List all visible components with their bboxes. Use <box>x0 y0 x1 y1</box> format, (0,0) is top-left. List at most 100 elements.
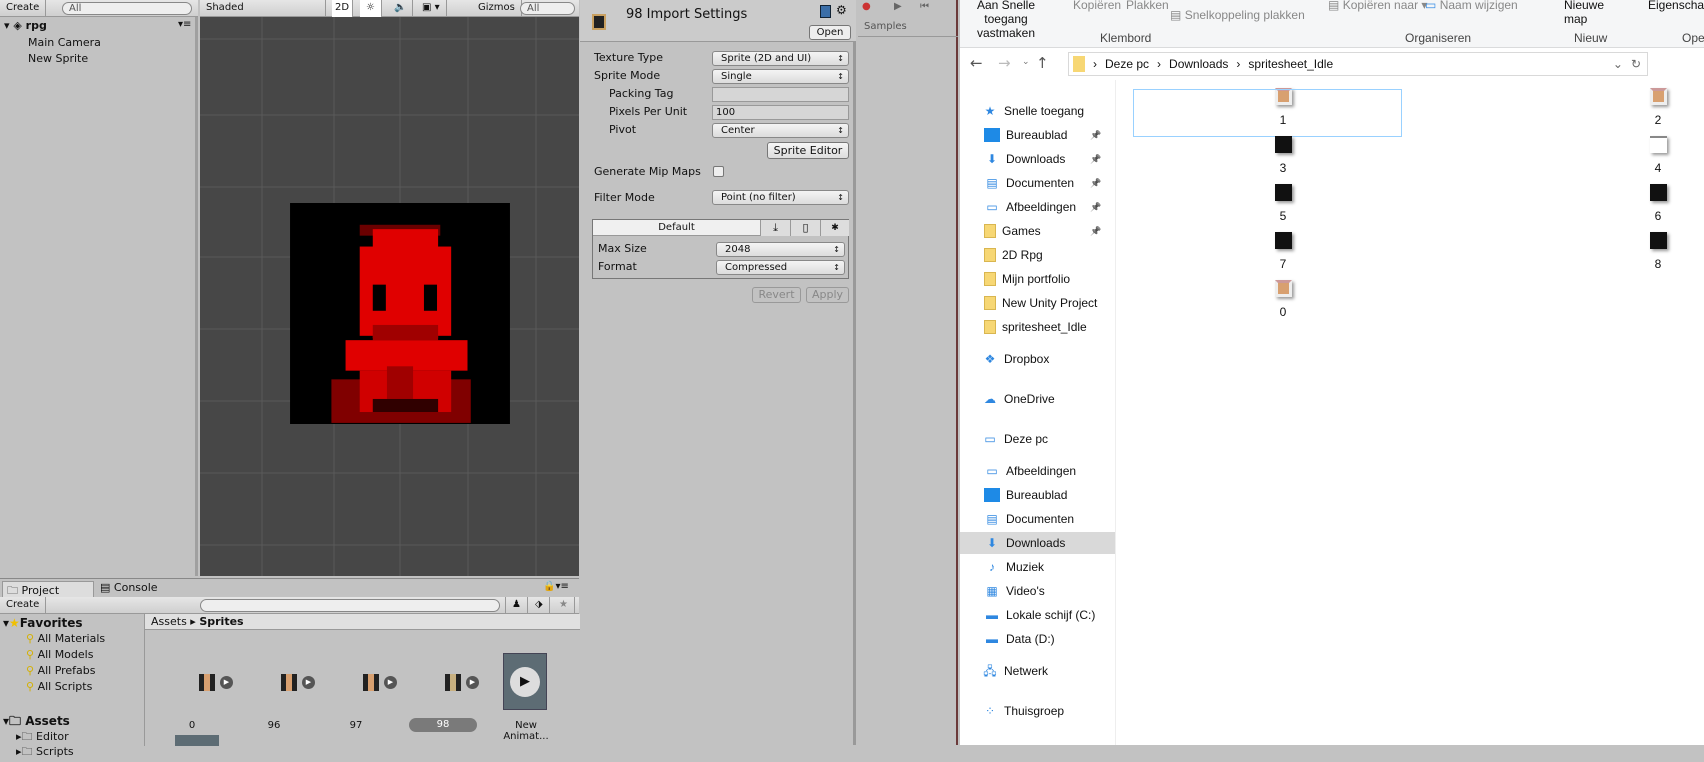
nav-item[interactable]: ⬇ Downloads <box>960 532 1115 554</box>
pin-icon[interactable]: 📌 <box>1090 172 1101 194</box>
nav-item[interactable]: Bureaublad 📌 <box>984 124 1101 146</box>
lighting-toggle-icon[interactable]: ☼ <box>360 0 382 17</box>
nav-item[interactable]: ▭ Afbeeldingen 📌 <box>984 196 1101 218</box>
nav-item[interactable]: New Unity Project <box>984 292 1097 314</box>
path-segment[interactable]: Deze pc <box>1105 57 1149 71</box>
nav-item[interactable]: ⁘ Thuisgroep <box>982 700 1064 722</box>
hierarchy-search-input[interactable]: All <box>62 2 192 15</box>
scene-view[interactable]: Shaded 2D ☼ 🔈 ▣ ▾ Gizmos All <box>200 0 579 576</box>
tab-project[interactable]: 🗀 Project <box>2 581 94 597</box>
file-item[interactable]: 5 <box>1253 184 1313 223</box>
file-item[interactable]: 8 <box>1628 232 1688 271</box>
hierarchy-item[interactable]: New Sprite <box>28 52 88 65</box>
hierarchy-menu-icon[interactable]: ▾≡ <box>178 19 191 30</box>
favorite-item[interactable]: ⚲ All Scripts <box>26 680 92 693</box>
nav-item[interactable]: ▭ Afbeeldingen <box>984 460 1076 482</box>
2d-toggle[interactable]: 2D <box>332 0 354 17</box>
path-segment[interactable]: spritesheet_Idle <box>1248 57 1333 71</box>
history-dropdown-icon[interactable]: ⌄ <box>1613 57 1623 71</box>
file-item[interactable]: 7 <box>1253 232 1313 271</box>
nav-item[interactable]: ▤ Documenten 📌 <box>984 172 1101 194</box>
filter-by-type-icon[interactable]: ♟ <box>505 597 528 614</box>
hierarchy-item[interactable]: Main Camera <box>28 36 101 49</box>
asset-label[interactable]: New Animat... <box>491 720 561 742</box>
apply-button[interactable]: Apply <box>806 287 849 303</box>
paste-shortcut-button[interactable]: ▤ Snelkoppeling plakken <box>1170 8 1305 22</box>
file-item[interactable]: 2 <box>1628 88 1688 127</box>
nav-item[interactable]: ♪ Muziek <box>984 556 1044 578</box>
file-item[interactable]: 6 <box>1628 184 1688 223</box>
pin-quick-access-button[interactable]: Aan Snelle toegang vastmaken <box>966 0 1046 40</box>
hierarchy-create-button[interactable]: Create <box>0 0 47 17</box>
nav-item[interactable]: Bureaublad <box>984 484 1067 506</box>
open-button[interactable]: Open <box>809 25 851 40</box>
copy-to-button[interactable]: ▤ Kopiëren naar ▾ <box>1328 0 1427 12</box>
pin-icon[interactable]: 📌 <box>1090 148 1101 170</box>
nav-item[interactable]: spritesheet_Idle <box>984 316 1087 338</box>
paste-button[interactable]: Plakken <box>1126 0 1169 12</box>
breadcrumb-assets[interactable]: Assets <box>151 615 187 628</box>
nav-item[interactable]: Mijn portfolio <box>984 268 1070 290</box>
copy-button[interactable]: Kopiëren <box>1073 0 1121 12</box>
asset-item[interactable] <box>175 735 219 746</box>
effects-dropdown-icon[interactable]: ▣ ▾ <box>416 0 447 17</box>
lock-icon[interactable]: 🔒▾≡ <box>543 581 569 592</box>
tab-mobile-phone-icon[interactable]: ▯ <box>790 220 820 236</box>
tab-default-platform[interactable]: Default <box>593 220 760 236</box>
shading-dropdown[interactable]: Shaded <box>200 0 326 17</box>
nav-item[interactable]: ▬ Lokale schijf (C:) <box>984 604 1095 626</box>
file-item[interactable]: 3 <box>1253 136 1313 175</box>
nav-item[interactable]: ⬇ Downloads 📌 <box>984 148 1101 170</box>
scene-search-input[interactable]: All <box>520 2 575 15</box>
mipmaps-checkbox[interactable] <box>713 166 724 177</box>
expand-sprite-icon[interactable]: ▶ <box>220 676 233 689</box>
packing-tag-input[interactable] <box>712 87 849 102</box>
refresh-icon[interactable]: ↻ <box>1631 57 1641 71</box>
gizmos-dropdown[interactable]: Gizmos <box>472 0 522 17</box>
filter-by-label-icon[interactable]: ⬗ <box>529 597 550 614</box>
address-bar[interactable]: › Deze pc › Downloads › spritesheet_Idle ⌄ … <box>1068 52 1648 76</box>
new-folder-button[interactable]: Nieuwe map <box>1564 0 1604 26</box>
gear-icon[interactable]: ⚙ <box>836 3 847 17</box>
file-item[interactable]: 0 <box>1253 280 1313 319</box>
filter-mode-dropdown[interactable]: Point (no filter) <box>712 190 849 205</box>
asset-label[interactable]: 96 <box>259 720 289 731</box>
nav-item[interactable]: ☁ OneDrive <box>982 388 1055 410</box>
nav-item[interactable]: Games 📌 <box>984 220 1101 242</box>
animation-clip-thumbnail[interactable]: ▶ <box>503 653 547 710</box>
tab-console[interactable]: ▤ Console <box>100 581 158 594</box>
pin-icon[interactable]: 📌 <box>1090 196 1101 218</box>
path-segment[interactable]: Downloads <box>1169 57 1228 71</box>
back-button[interactable]: ← <box>970 54 983 72</box>
max-size-dropdown[interactable]: 2048 <box>716 242 845 257</box>
asset-folder[interactable]: ▸🗀 Scripts <box>16 743 74 762</box>
favorite-item[interactable]: ⚲ All Models <box>26 648 93 661</box>
nav-item[interactable]: 🖧 Netwerk <box>982 660 1048 682</box>
favorite-item[interactable]: ⚲ All Materials <box>26 632 105 645</box>
favorite-star-icon[interactable]: ★ <box>553 597 575 614</box>
forward-button[interactable]: → <box>998 54 1011 72</box>
project-create-button[interactable]: Create <box>0 597 47 614</box>
nav-item[interactable]: ▤ Documenten <box>984 508 1074 530</box>
nav-item[interactable]: ▬ Data (D:) <box>984 628 1055 650</box>
scene-root-item[interactable]: ▾ ◈ rpg <box>4 19 47 32</box>
pin-icon[interactable]: 📌 <box>1090 124 1101 146</box>
properties-button[interactable]: Eigenschappen <box>1648 0 1704 12</box>
breadcrumb-sprites[interactable]: Sprites <box>199 615 243 628</box>
project-search-input[interactable] <box>200 599 500 612</box>
record-button[interactable]: ● <box>862 1 871 12</box>
favorite-item[interactable]: ⚲ All Prefabs <box>26 664 96 677</box>
up-button[interactable]: ↑ <box>1036 54 1049 72</box>
favorites-section[interactable]: ▾★Favorites <box>3 616 83 630</box>
nav-item[interactable]: ▭ Deze pc <box>982 428 1048 450</box>
tab-android-icon[interactable]: ✱ <box>820 220 849 236</box>
nav-item[interactable]: 2D Rpg <box>984 244 1043 266</box>
expand-sprite-icon[interactable]: ▶ <box>302 676 315 689</box>
asset-label[interactable]: 0 <box>177 720 207 731</box>
prev-keyframe-button[interactable]: ⏮ <box>920 1 929 12</box>
revert-button[interactable]: Revert <box>752 287 801 303</box>
tab-standalone-download-icon[interactable]: ⤓ <box>760 220 790 236</box>
nav-item[interactable]: ▦ Video's <box>984 580 1044 602</box>
sprite-editor-button[interactable]: Sprite Editor <box>767 142 849 159</box>
pin-icon[interactable]: 📌 <box>1090 220 1101 242</box>
